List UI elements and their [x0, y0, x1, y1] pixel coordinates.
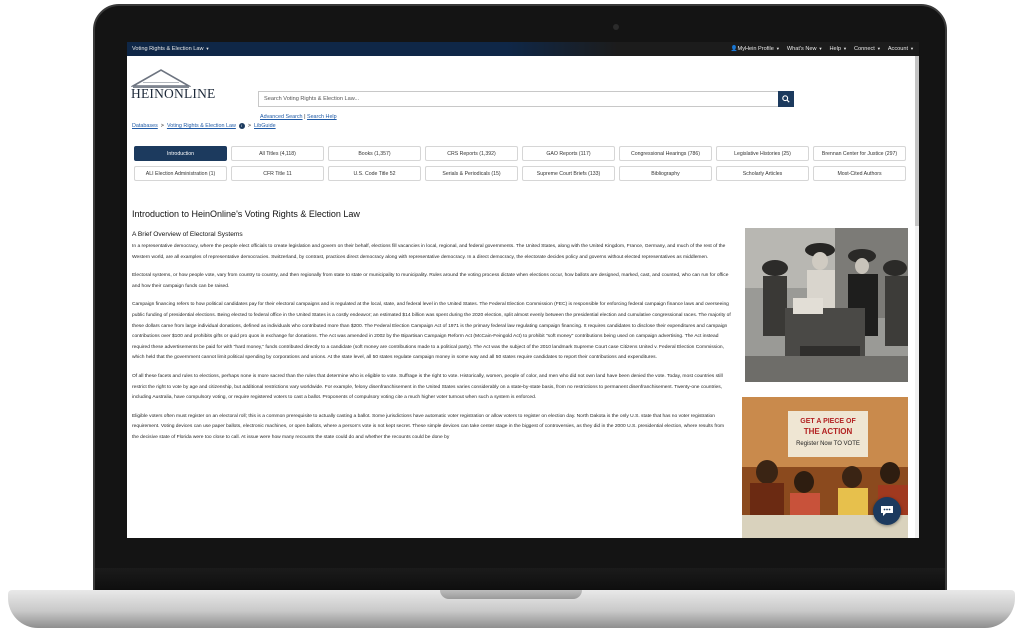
main-content: Introduction to HeinOnline's Voting Righ…	[132, 209, 732, 452]
info-icon[interactable]: i	[238, 123, 245, 129]
site-header: HEINONLINE Search Voting Rights & Electi…	[127, 56, 919, 120]
heinonline-logo[interactable]: HEINONLINE	[131, 68, 221, 102]
laptop-frame: Voting Rights & Election Law ▼ 👤MyHein Pr…	[0, 0, 1023, 637]
whats-new-menu[interactable]: What's New ▼	[787, 46, 823, 52]
historical-voting-photo	[745, 228, 908, 382]
tab-serials-periodicals[interactable]: Serials & Periodicals (15)	[425, 166, 518, 181]
page-title: Introduction to HeinOnline's Voting Righ…	[132, 209, 360, 219]
caret-down-icon: ▼	[205, 46, 210, 51]
search-icon	[782, 95, 790, 103]
tab-scholarly-articles[interactable]: Scholarly Articles	[716, 166, 809, 181]
tab-gao-reports[interactable]: GAO Reports (117)	[522, 146, 615, 161]
paragraph-electoral-systems: Electoral systems, or how people vote, v…	[132, 273, 729, 289]
breadcrumb: Databases > Voting Rights & Election Law…	[132, 123, 276, 129]
nav-label: MyHein Profile	[737, 46, 774, 52]
tab-bibliography[interactable]: Bibliography	[619, 166, 712, 181]
tab-row-2: ALI Election Administration (1) CFR Titl…	[134, 166, 909, 181]
breadcrumb-separator: >	[247, 123, 252, 129]
tab-books[interactable]: Books (1,357)	[328, 146, 421, 161]
section-heading: A Brief Overview of Electoral Systems	[132, 231, 243, 238]
tab-us-code-title-52[interactable]: U.S. Code Title 52	[328, 166, 421, 181]
breadcrumb-libguide[interactable]: LibGuide	[254, 123, 276, 129]
logo-text: HEINONLINE	[131, 86, 216, 101]
tab-supreme-court-briefs[interactable]: Supreme Court Briefs (133)	[522, 166, 615, 181]
breadcrumb-separator: >	[160, 123, 164, 129]
search-placeholder: Search Voting Rights & Election Law...	[264, 96, 360, 102]
tab-row-1: Introduction All Titles (4,118) Books (1…	[134, 146, 909, 161]
caret-down-icon: ▼	[876, 46, 881, 51]
tab-all-titles[interactable]: All Titles (4,118)	[231, 146, 324, 161]
webcam	[613, 24, 619, 30]
caret-down-icon: ▼	[843, 46, 847, 51]
caret-down-icon: ▼	[775, 46, 780, 51]
nav-label: Connect	[854, 46, 875, 52]
chat-bubble-icon	[881, 506, 893, 516]
tab-crs-reports[interactable]: CRS Reports (1,392)	[425, 146, 518, 161]
account-menu[interactable]: Account ▼	[888, 46, 914, 52]
search-button[interactable]	[778, 91, 794, 107]
advanced-search-link[interactable]: Advanced Search	[260, 114, 303, 120]
tab-most-cited-authors[interactable]: Most-Cited Authors	[813, 166, 906, 181]
nav-label: Account	[887, 46, 909, 52]
browser-screen: Voting Rights & Election Law ▼ 👤MyHein Pr…	[127, 42, 919, 538]
collection-label: Voting Rights & Election Law	[132, 46, 204, 52]
search-input[interactable]: Search Voting Rights & Election Law...	[258, 91, 794, 107]
user-nav: 👤MyHein Profile ▼ What's New ▼ Help ▼ Conne…	[731, 46, 914, 52]
nav-label: What's New	[786, 46, 817, 52]
link-separator: |	[304, 114, 306, 120]
tab-cfr-title-11[interactable]: CFR Title 11	[231, 166, 324, 181]
sign-line-2: THE ACTION	[804, 427, 853, 436]
scrollbar-thumb[interactable]	[915, 56, 919, 226]
help-menu[interactable]: Help ▼	[830, 46, 847, 52]
tab-congressional-hearings[interactable]: Congressional Hearings (786)	[619, 146, 712, 161]
connect-menu[interactable]: Connect ▼	[854, 46, 881, 52]
tab-introduction[interactable]: Introduction	[134, 146, 227, 161]
tab-ali-election[interactable]: ALI Election Administration (1)	[134, 166, 227, 181]
paragraph-representative-democracy: In a representative democracy, where the…	[132, 244, 726, 260]
sign-line-1: GET A PIECE OF	[800, 418, 856, 425]
collection-tabs: Introduction All Titles (4,118) Books (1…	[134, 146, 909, 186]
page-scrollbar[interactable]	[915, 56, 919, 538]
search-links: Advanced Search | Search Help	[260, 114, 337, 120]
search-help-link[interactable]: Search Help	[307, 114, 337, 120]
breadcrumb-collection[interactable]: Voting Rights & Election Law	[167, 123, 236, 129]
tab-brennan-center[interactable]: Brennan Center for Justice (297)	[813, 146, 906, 161]
nav-label: Help	[829, 46, 842, 52]
user-icon: 👤	[730, 46, 738, 52]
collection-dropdown[interactable]: Voting Rights & Election Law ▼	[132, 46, 210, 52]
top-navbar: Voting Rights & Election Law ▼ 👤MyHein Pr…	[127, 42, 919, 56]
caret-down-icon: ▼	[818, 46, 823, 51]
paragraph-voter-registration: Eligible voters often must register on a…	[132, 413, 725, 440]
breadcrumb-databases[interactable]: Databases	[132, 123, 158, 129]
laptop-notch	[440, 590, 582, 599]
logo-pediment-icon	[131, 69, 191, 88]
paragraph-campaign-financing: Campaign financing refers to how politic…	[132, 302, 731, 361]
myhein-profile-menu[interactable]: 👤MyHein Profile ▼	[731, 46, 780, 52]
chat-button[interactable]	[873, 497, 901, 525]
paragraph-suffrage: Of all these facets and rules to electio…	[132, 373, 723, 401]
sign-line-3: Register Now TO VOTE	[796, 441, 860, 447]
caret-down-icon: ▼	[910, 46, 914, 51]
tab-legislative-histories[interactable]: Legislative Histories (25)	[716, 146, 809, 161]
